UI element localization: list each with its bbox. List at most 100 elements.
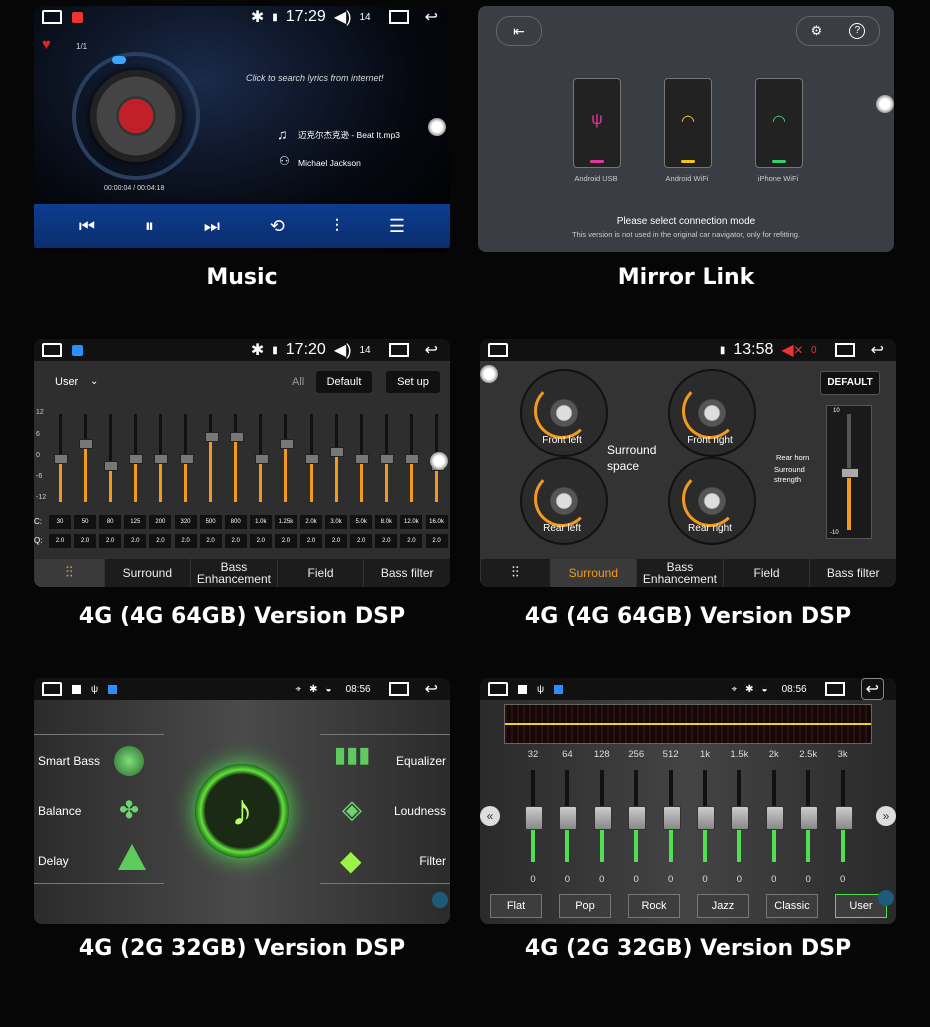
next-icon[interactable]: ⏭ xyxy=(204,216,220,237)
eq-slider-thumb[interactable] xyxy=(104,461,119,472)
tab-field[interactable]: Field xyxy=(722,559,810,587)
disc-knob[interactable] xyxy=(112,56,126,64)
all-label[interactable]: All xyxy=(292,376,304,388)
eq-slider-thumb[interactable] xyxy=(380,454,395,464)
eq-slider-thumb[interactable] xyxy=(305,454,319,464)
eq-slider-thumb[interactable] xyxy=(405,454,420,464)
recent-apps-icon[interactable] xyxy=(834,343,855,357)
lyrics-hint[interactable]: Click to search lyrics from internet! xyxy=(246,73,384,83)
eq-slider-thumb[interactable] xyxy=(279,439,294,450)
eq-slider-thumb[interactable] xyxy=(179,454,194,464)
side-handle[interactable] xyxy=(428,118,446,136)
wifi-icon: ◠ xyxy=(681,113,695,130)
strength-thumb[interactable] xyxy=(841,468,859,478)
delay-item[interactable]: Delay xyxy=(38,844,158,878)
next-arrow-button[interactable]: » xyxy=(876,806,896,826)
tab-field[interactable]: Field xyxy=(276,559,364,587)
eq-slider-thumb[interactable] xyxy=(330,446,345,457)
eq-slider-thumb[interactable] xyxy=(628,806,647,830)
side-handle[interactable] xyxy=(876,95,894,113)
chevron-down-icon[interactable]: ⌄ xyxy=(90,376,98,387)
default-button[interactable]: Default xyxy=(316,371,372,393)
back-icon[interactable]: ↩ xyxy=(425,679,438,699)
back-icon[interactable]: ↩ xyxy=(425,340,438,360)
eq-slider-thumb[interactable] xyxy=(834,806,853,830)
eq-slider-thumb[interactable] xyxy=(662,806,681,830)
tab-surround[interactable]: Surround xyxy=(103,559,191,587)
eq-slider-thumb[interactable] xyxy=(765,806,784,830)
preset-select[interactable]: User xyxy=(55,376,78,388)
help-icon[interactable]: ? xyxy=(849,23,866,39)
filter-item[interactable]: ◆ Filter xyxy=(330,845,446,878)
settings-icon[interactable]: ⚙ xyxy=(811,23,823,39)
eq-slider-thumb[interactable] xyxy=(54,454,68,464)
recent-apps-icon[interactable] xyxy=(388,343,409,357)
preset-button-rock[interactable]: Rock xyxy=(628,894,680,918)
smart-bass-item[interactable]: Smart Bass xyxy=(38,746,158,778)
prev-arrow-button[interactable]: « xyxy=(480,806,500,826)
eq-slider-thumb[interactable] xyxy=(593,806,612,830)
back-icon[interactable]: ↩ xyxy=(425,7,438,27)
eq-slider-thumb[interactable] xyxy=(204,432,219,442)
eq-slider-thumb[interactable] xyxy=(731,806,750,830)
side-handle[interactable] xyxy=(430,452,448,470)
strength-slider[interactable]: 10 -10 xyxy=(826,405,872,539)
list-icon[interactable]: ☰ xyxy=(389,216,405,237)
connection-option[interactable]: ◠ xyxy=(755,78,803,168)
side-handle[interactable] xyxy=(480,365,498,383)
connection-option[interactable]: ◠ xyxy=(664,78,712,168)
eq-slider-thumb[interactable] xyxy=(355,454,370,464)
back-icon[interactable]: ↩ xyxy=(860,678,884,700)
eq-slider-thumb[interactable] xyxy=(525,806,543,830)
app-icon[interactable] xyxy=(72,344,83,356)
corner-dot[interactable] xyxy=(432,892,448,908)
eq-slider-thumb[interactable] xyxy=(229,432,244,442)
tab-eq-icon[interactable]: ⫶⫶ xyxy=(480,559,550,587)
back-icon[interactable]: ↩ xyxy=(871,340,884,360)
preset-button-flat[interactable]: Flat xyxy=(490,894,542,918)
eq-value: 0 xyxy=(702,874,708,885)
eq-slider-thumb[interactable] xyxy=(559,806,578,830)
tab-surround[interactable]: Surround xyxy=(549,559,637,587)
pause-icon[interactable]: ⏸ xyxy=(145,216,154,237)
home-icon[interactable] xyxy=(42,343,62,357)
eq-slider-thumb[interactable] xyxy=(697,806,715,830)
eq-curve-line xyxy=(505,723,871,725)
eq-slider-thumb[interactable] xyxy=(254,454,269,464)
eq-icon[interactable]: ⫶ xyxy=(335,216,340,237)
eq-slider-thumb[interactable] xyxy=(800,806,819,830)
equalizer-item[interactable]: ▮▮▮ Equalizer xyxy=(330,742,446,778)
preset-button-classic[interactable]: Classic xyxy=(766,894,818,918)
balance-item[interactable]: Balance ✤ xyxy=(38,797,158,828)
tab-bass-enhancement[interactable]: Bass Enhancement xyxy=(636,559,723,587)
eq-slider-thumb[interactable] xyxy=(154,454,169,464)
recent-apps-icon[interactable] xyxy=(824,682,845,696)
music-center-icon[interactable]: ♪ xyxy=(195,764,289,858)
preset-button-pop[interactable]: Pop xyxy=(559,894,611,918)
tab-eq-icon[interactable]: ⫶⫶ xyxy=(34,559,104,587)
connection-option[interactable]: ψ xyxy=(573,78,621,168)
tab-bass-enhancement[interactable]: Bass Enhancement xyxy=(190,559,277,587)
corner-dot[interactable] xyxy=(878,890,894,906)
preset-button-jazz[interactable]: Jazz xyxy=(697,894,749,918)
prev-icon[interactable]: ⏮ xyxy=(79,216,95,237)
eq-slider-thumb[interactable] xyxy=(79,439,94,450)
app-icon[interactable] xyxy=(72,11,83,23)
eq-slider-thumb[interactable] xyxy=(129,454,144,464)
freq-cell: 30 xyxy=(49,515,71,529)
setup-button[interactable]: Set up xyxy=(386,371,440,393)
home-icon[interactable] xyxy=(42,10,62,24)
loudness-item[interactable]: ◈ Loudness xyxy=(330,794,446,828)
home-icon[interactable] xyxy=(488,682,508,696)
favorite-heart-icon[interactable]: ♥ xyxy=(42,36,51,53)
home-icon[interactable] xyxy=(488,343,508,357)
surround-tab-bar: ⫶⫶ Surround Bass Enhancement Field Bass … xyxy=(480,559,896,587)
recent-apps-icon[interactable] xyxy=(388,682,409,696)
tab-bass-filter[interactable]: Bass filter xyxy=(809,559,896,587)
default-button[interactable]: DEFAULT xyxy=(820,371,880,395)
tab-bass-filter[interactable]: Bass filter xyxy=(363,559,450,587)
repeat-icon[interactable]: ⟲ xyxy=(270,216,285,237)
home-icon[interactable] xyxy=(42,682,62,696)
back-button[interactable]: ⇤ xyxy=(496,16,542,46)
recent-apps-icon[interactable] xyxy=(388,10,409,24)
